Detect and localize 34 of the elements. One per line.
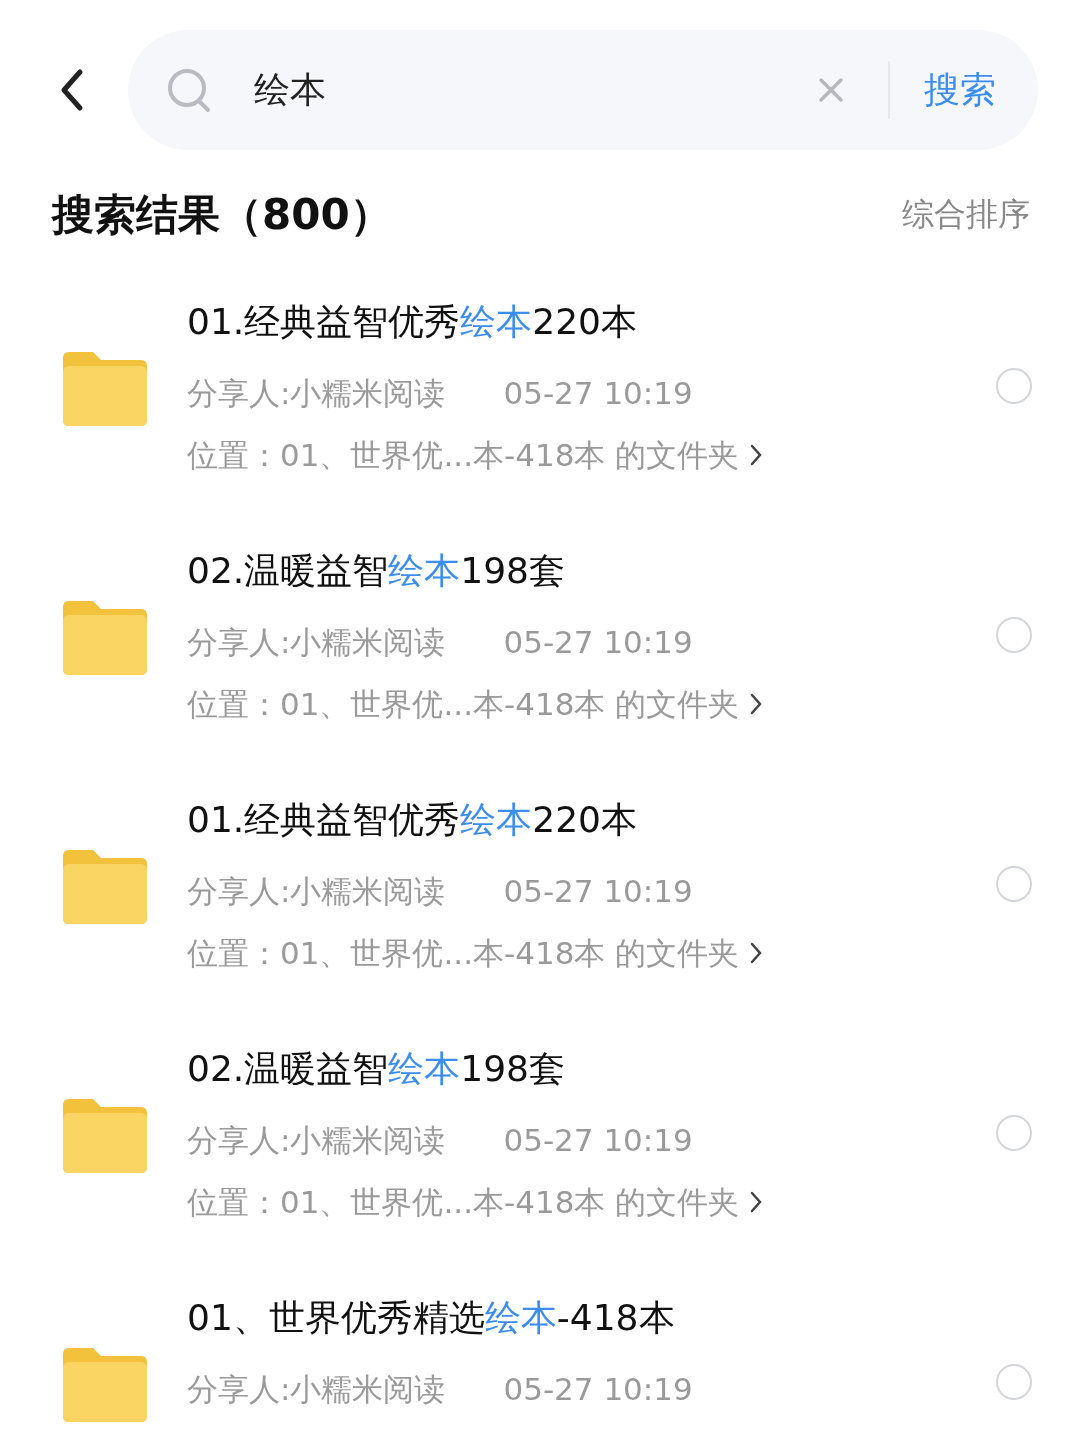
share-time: 05-27 10:19 xyxy=(503,1121,693,1160)
folder-icon xyxy=(63,850,147,924)
sharer-text: 分享人:小糯米阅读 xyxy=(187,623,446,662)
search-icon xyxy=(166,67,212,113)
clear-icon[interactable] xyxy=(818,77,844,103)
result-title[interactable]: 02.温暖益智绘本198套 xyxy=(187,549,996,593)
result-title[interactable]: 02.温暖益智绘本198套 xyxy=(187,1047,996,1091)
result-title[interactable]: 01、世界优秀精选绘本-418本 xyxy=(187,1296,996,1340)
select-radio[interactable] xyxy=(996,617,1032,653)
chevron-icon xyxy=(749,1190,764,1214)
select-radio[interactable] xyxy=(996,1364,1032,1400)
share-time: 05-27 10:19 xyxy=(503,623,693,662)
share-time: 05-27 10:19 xyxy=(503,374,693,413)
folder-icon xyxy=(63,1348,147,1422)
sort-link[interactable]: 综合排序 xyxy=(902,193,1030,237)
select-radio[interactable] xyxy=(996,368,1032,404)
share-time: 05-27 10:19 xyxy=(503,872,693,911)
search-field[interactable]: 绘本 搜索 xyxy=(128,30,1038,150)
sharer-text: 分享人:小糯米阅读 xyxy=(187,374,446,413)
results-title: 搜索结果（800） xyxy=(52,189,392,241)
chevron-icon xyxy=(749,443,764,467)
folder-icon xyxy=(63,352,147,426)
folder-icon xyxy=(63,1099,147,1173)
select-radio[interactable] xyxy=(996,866,1032,902)
select-radio[interactable] xyxy=(996,1115,1032,1151)
folder-icon xyxy=(63,601,147,675)
result-title[interactable]: 01.经典益智优秀绘本220本 xyxy=(187,798,996,842)
chevron-icon xyxy=(749,692,764,716)
share-time: 05-27 10:19 xyxy=(503,1370,693,1409)
sharer-text: 分享人:小糯米阅读 xyxy=(187,1370,446,1409)
sharer-text: 分享人:小糯米阅读 xyxy=(187,872,446,911)
result-title[interactable]: 01.经典益智优秀绘本220本 xyxy=(187,300,996,344)
sharer-text: 分享人:小糯米阅读 xyxy=(187,1121,446,1160)
chevron-icon xyxy=(749,941,764,965)
